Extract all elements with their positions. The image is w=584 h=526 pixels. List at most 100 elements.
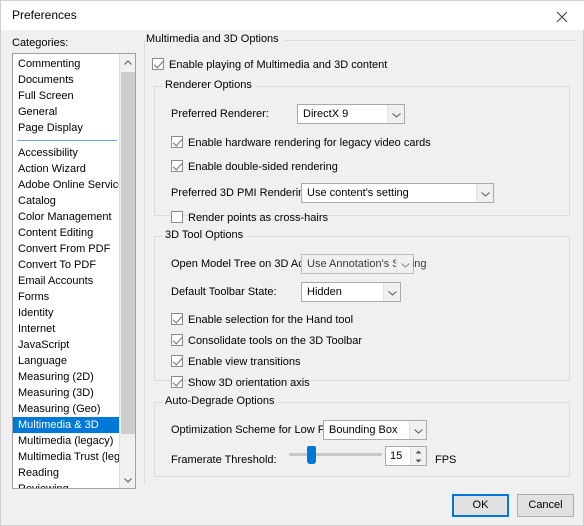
list-item[interactable]: Content Editing [13,225,119,241]
hardware-rendering-label: Enable hardware rendering for legacy vid… [188,137,431,149]
spinner-up-icon [415,450,422,454]
orientation-axis-label: Show 3D orientation axis [188,377,310,389]
list-item[interactable]: Convert From PDF [13,241,119,257]
checkbox-box [152,58,164,70]
hardware-rendering-checkbox[interactable]: Enable hardware rendering for legacy vid… [171,136,431,149]
list-item[interactable]: Accessibility [13,145,119,161]
spinner-up-button[interactable] [411,447,426,456]
checkbox-box [171,334,183,346]
tool-options-title: 3D Tool Options [162,229,247,241]
chevron-down-icon [401,263,410,268]
list-item[interactable]: Email Accounts [13,273,119,289]
double-sided-label: Enable double-sided rendering [188,161,338,173]
list-item[interactable]: Action Wizard [13,161,119,177]
toolbar-state-dropdown[interactable]: Hidden [301,282,401,302]
list-item[interactable]: Measuring (2D) [13,369,119,385]
tool-options-group: 3D Tool Options Open Model Tree on 3D Ac… [154,229,570,381]
panel-title: Multimedia and 3D Options [146,33,284,45]
chevron-up-icon [124,60,132,66]
model-tree-dropdown[interactable]: Use Annotation's Setting [301,254,414,274]
spinner-down-icon [415,459,422,463]
list-item[interactable]: Reading [13,465,119,481]
cancel-button[interactable]: Cancel [517,494,574,517]
checkbox-box [171,160,183,172]
close-button[interactable] [540,1,584,30]
list-item[interactable]: Measuring (3D) [13,385,119,401]
auto-degrade-group: Auto-Degrade Options Optimization Scheme… [154,395,570,477]
view-transitions-checkbox[interactable]: Enable view transitions [171,355,301,368]
framerate-slider[interactable] [289,446,382,464]
title-bar: Preferences [1,1,584,30]
ok-button[interactable]: OK [452,494,509,517]
checkbox-box [171,355,183,367]
hand-tool-checkbox[interactable]: Enable selection for the Hand tool [171,313,353,326]
pmi-mode-dropdown[interactable]: Use content's setting [301,183,494,203]
dropdown-arrow [476,184,493,202]
fps-unit-label: FPS [435,454,456,466]
close-icon [556,11,568,23]
consolidate-tools-label: Consolidate tools on the 3D Toolbar [188,335,362,347]
preferred-renderer-label: Preferred Renderer: [171,108,269,120]
checkbox-box [171,376,183,388]
list-item[interactable]: General [13,104,119,120]
window-title: Preferences [12,8,77,22]
list-item[interactable]: Internet [13,321,119,337]
cross-hairs-checkbox[interactable]: Render points as cross-hairs [171,211,328,224]
dropdown-arrow [409,421,426,439]
enable-playing-label: Enable playing of Multimedia and 3D cont… [169,59,387,71]
categories-listbox[interactable]: CommentingDocumentsFull ScreenGeneralPag… [12,53,136,489]
scroll-up-button[interactable] [120,54,136,71]
list-item[interactable]: Reviewing [13,481,119,489]
chevron-down-icon [481,192,490,197]
toolbar-state-label: Default Toolbar State: [171,286,277,298]
list-item[interactable]: Multimedia (legacy) [13,433,119,449]
optimization-scheme-dropdown[interactable]: Bounding Box [323,420,427,440]
view-transitions-label: Enable view transitions [188,356,301,368]
list-item[interactable]: Multimedia Trust (legacy) [13,449,119,465]
list-item[interactable]: Documents [13,72,119,88]
scrollbar-thumb[interactable] [121,72,135,434]
list-item[interactable]: Color Management [13,209,119,225]
toolbar-state-value: Hidden [307,286,342,298]
renderer-options-title: Renderer Options [162,79,256,91]
double-sided-checkbox[interactable]: Enable double-sided rendering [171,160,338,173]
list-item[interactable]: Identity [13,305,119,321]
list-item[interactable]: Page Display [13,120,119,136]
framerate-spinner[interactable]: 15 [385,446,427,466]
categories-list: CommentingDocumentsFull ScreenGeneralPag… [13,54,119,489]
framerate-threshold-label: Framerate Threshold: [171,454,277,466]
list-item[interactable]: JavaScript [13,337,119,353]
pmi-mode-value: Use content's setting [307,187,409,199]
slider-track [289,453,382,456]
orientation-axis-checkbox[interactable]: Show 3D orientation axis [171,376,310,389]
checkbox-box [171,136,183,148]
dropdown-arrow [387,105,404,123]
checkbox-box [171,313,183,325]
list-item[interactable]: Catalog [13,193,119,209]
framerate-value: 15 [390,450,402,462]
scroll-down-button[interactable] [120,471,136,488]
list-item[interactable]: Multimedia & 3D [13,417,119,433]
list-item[interactable]: Language [13,353,119,369]
preferred-renderer-value: DirectX 9 [303,108,348,120]
hand-tool-label: Enable selection for the Hand tool [188,314,353,326]
list-item[interactable]: Commenting [13,56,119,72]
slider-thumb[interactable] [307,446,316,464]
list-item[interactable]: Measuring (Geo) [13,401,119,417]
consolidate-tools-checkbox[interactable]: Consolidate tools on the 3D Toolbar [171,334,362,347]
list-item[interactable]: Convert To PDF [13,257,119,273]
preferred-renderer-dropdown[interactable]: DirectX 9 [297,104,405,124]
optimization-scheme-value: Bounding Box [329,424,398,436]
list-separator [13,136,119,145]
spinner-buttons [410,447,426,465]
auto-degrade-title: Auto-Degrade Options [162,395,278,407]
chevron-down-icon [124,477,132,483]
spinner-down-button[interactable] [411,456,426,465]
cross-hairs-label: Render points as cross-hairs [188,212,328,224]
list-item[interactable]: Full Screen [13,88,119,104]
list-item[interactable]: Adobe Online Services [13,177,119,193]
categories-scrollbar[interactable] [119,54,135,488]
list-item[interactable]: Forms [13,289,119,305]
dropdown-arrow [383,283,400,301]
enable-playing-checkbox[interactable]: Enable playing of Multimedia and 3D cont… [152,58,387,71]
